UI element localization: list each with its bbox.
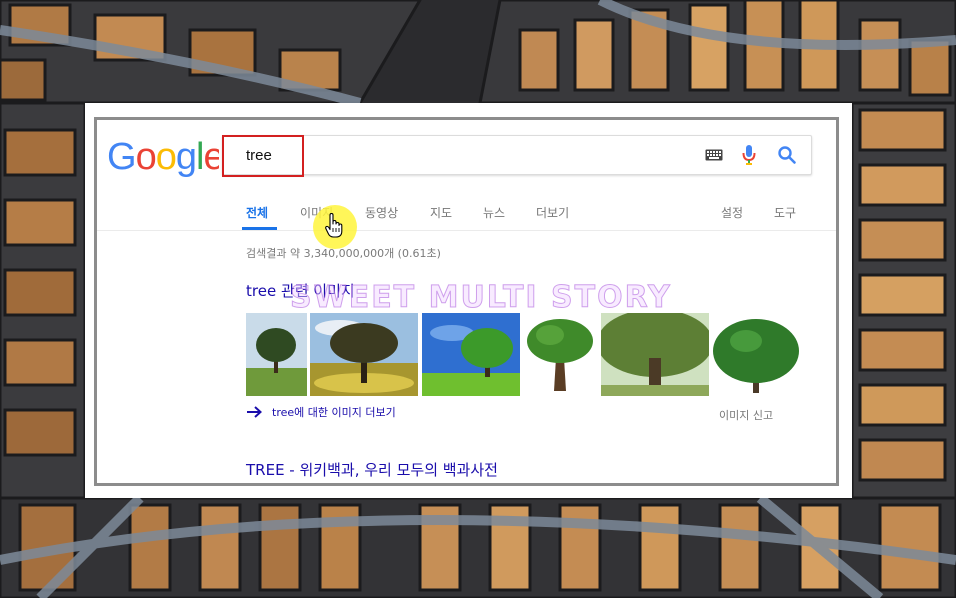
keyboard-icon[interactable] xyxy=(705,149,723,161)
result-title-link[interactable]: TREE - 위키백과, 우리 모두의 백과사전 xyxy=(246,459,498,480)
more-images-label: tree에 대한 이미지 더보기 xyxy=(272,406,396,419)
tab-videos[interactable]: 동영상 xyxy=(365,204,398,221)
search-tabs: 전체 이미지 동영상 지도 뉴스 더보기 설정 도구 xyxy=(97,204,836,232)
search-input[interactable]: tree xyxy=(246,147,272,164)
image-thumbnails xyxy=(246,313,806,396)
tab-more[interactable]: 더보기 xyxy=(536,204,569,221)
image-thumbnail[interactable] xyxy=(246,313,307,396)
tabs-divider xyxy=(97,230,836,231)
search-box[interactable]: tree xyxy=(222,135,812,177)
watermark: SWEET MULTI STORY xyxy=(290,280,672,316)
report-images-link[interactable]: 이미지 신고 xyxy=(719,407,773,423)
image-thumbnail[interactable] xyxy=(310,313,418,396)
arrow-right-icon xyxy=(247,406,262,418)
more-images-link[interactable]: tree에 대한 이미지 더보기 xyxy=(246,404,396,420)
hand-pointer-icon xyxy=(325,213,343,238)
image-thumbnail[interactable] xyxy=(711,313,801,396)
svg-text:Google: Google xyxy=(107,136,219,178)
tab-maps[interactable]: 지도 xyxy=(430,204,452,221)
microphone-icon[interactable] xyxy=(742,144,756,166)
search-icon[interactable] xyxy=(777,145,797,165)
tab-tools[interactable]: 도구 xyxy=(774,204,796,221)
image-thumbnail[interactable] xyxy=(601,313,709,396)
result-stats: 검색결과 약 3,340,000,000개 (0.61초) xyxy=(246,247,441,260)
image-thumbnail[interactable] xyxy=(422,313,520,396)
google-logo[interactable]: Google xyxy=(107,136,219,178)
tab-settings[interactable]: 설정 xyxy=(721,204,743,221)
image-thumbnail[interactable] xyxy=(524,313,596,396)
tab-all[interactable]: 전체 xyxy=(246,204,268,221)
tab-news[interactable]: 뉴스 xyxy=(483,204,505,221)
